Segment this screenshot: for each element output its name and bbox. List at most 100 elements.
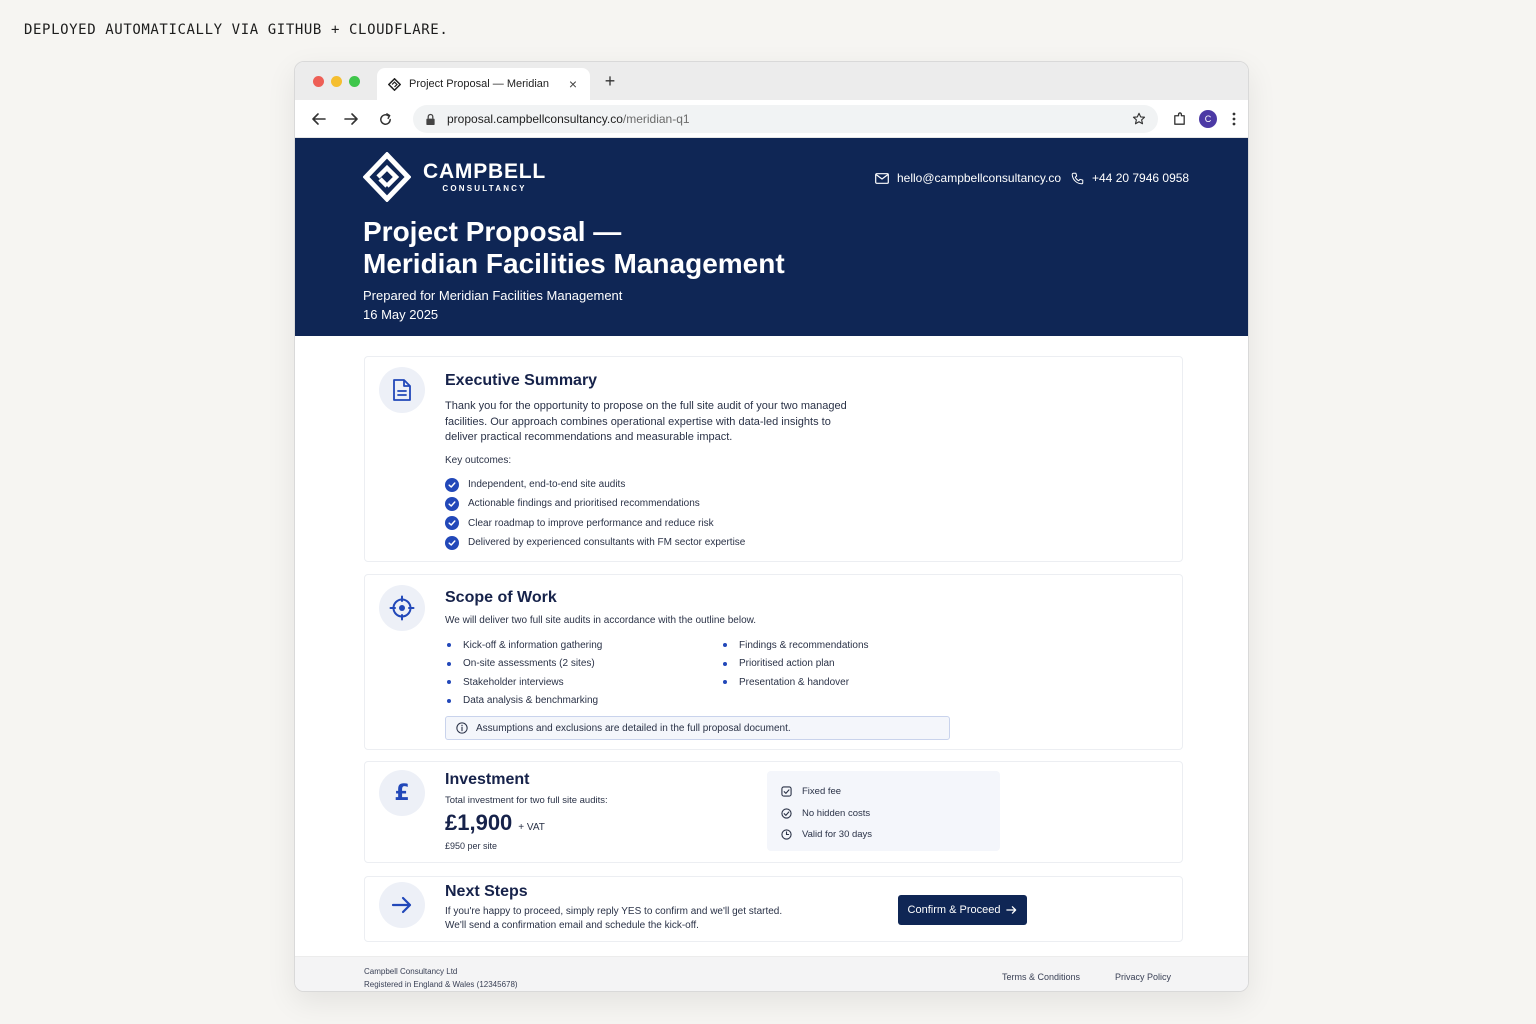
new-tab-icon[interactable]: +	[601, 71, 619, 92]
key-outcomes-label: Key outcomes:	[445, 455, 512, 466]
outcome-text: Actionable findings and prioritised reco…	[468, 498, 700, 510]
feature-text: No hidden costs	[802, 807, 871, 819]
address-bar[interactable]: proposal.campbellconsultancy.co/meridian…	[413, 105, 1158, 133]
next-steps-line: We'll send a confirmation email and sche…	[445, 920, 699, 931]
company-name: Campbell Consultancy Ltd	[364, 967, 458, 976]
target-icon	[379, 585, 425, 631]
window-zoom-button[interactable]	[349, 76, 360, 87]
prepared-for: Prepared for Meridian Facilities Managem…	[363, 288, 623, 303]
profile-avatar[interactable]: C	[1199, 110, 1217, 128]
summary-line: facilities. Our approach combines operat…	[445, 415, 831, 428]
privacy-link[interactable]: Privacy Policy	[1115, 972, 1171, 982]
contact-phone[interactable]: +44 20 7946 0958	[1071, 171, 1189, 185]
list-item: Presentation & handover	[721, 673, 869, 692]
feature-text: Valid for 30 days	[802, 829, 873, 841]
next-steps-title: Next Steps	[445, 883, 528, 900]
confirm-proceed-button[interactable]: Confirm & Proceed	[898, 895, 1027, 925]
next-steps-line: If you're happy to proceed, simply reply…	[445, 906, 783, 917]
arrow-right-icon	[379, 882, 425, 928]
window-close-button[interactable]	[313, 76, 324, 87]
investment-subtitle: Total investment for two full site audit…	[445, 795, 608, 806]
list-item: Findings & recommendations	[721, 636, 869, 655]
summary-line: deliver practical recommendations and me…	[445, 431, 733, 443]
investment-features: Fixed fee No hidden costs Valid for 30 d…	[767, 771, 1000, 851]
forward-icon[interactable]	[341, 109, 361, 129]
executive-summary-title: Executive Summary	[445, 372, 598, 389]
price: £1,900 + VAT	[445, 810, 545, 836]
tab-close-icon[interactable]: ×	[566, 76, 580, 92]
key-outcomes-list: Independent, end-to-end site audits Acti…	[445, 475, 745, 552]
terms-link[interactable]: Terms & Conditions	[1002, 972, 1080, 982]
list-item: On-site assessments (2 sites)	[445, 655, 602, 674]
outcome-text: Delivered by experienced consultants wit…	[468, 537, 746, 549]
scope-title: Scope of Work	[445, 589, 557, 606]
more-icon[interactable]	[1224, 109, 1244, 129]
feature-text: Fixed fee	[802, 786, 842, 798]
list-item: Actionable findings and prioritised reco…	[445, 494, 745, 513]
list-item: Kick-off & information gathering	[445, 636, 602, 655]
check-icon	[445, 535, 459, 550]
investment-card: £ Investment Total investment for two fu…	[364, 761, 1183, 863]
company-info: Campbell Consultancy Ltd Registered in E…	[364, 965, 518, 991]
extension-icon[interactable]	[1169, 109, 1189, 129]
tab-title: Project Proposal — Meridian	[409, 78, 550, 90]
outcome-text: Clear roadmap to improve performance and…	[468, 517, 714, 529]
page-title-line-2: Meridian Facilities Management	[363, 248, 785, 279]
scope-intro: We will deliver two full site audits in …	[445, 615, 757, 626]
contact-phone-text: +44 20 7946 0958	[1092, 171, 1190, 185]
feature-no-hidden-costs: No hidden costs	[781, 803, 1000, 825]
info-icon	[456, 722, 468, 734]
summary-line: Thank you for the opportunity to propose…	[445, 400, 847, 412]
executive-summary-card: Executive Summary Thank you for the oppo…	[364, 356, 1183, 562]
confirm-proceed-label: Confirm & Proceed	[907, 904, 1001, 916]
list-item: Clear roadmap to improve performance and…	[445, 514, 745, 533]
outcome-text: Independent, end-to-end site audits	[468, 479, 626, 491]
contact-email[interactable]: hello@campbellconsultancy.co	[875, 171, 1061, 185]
tab-strip: Project Proposal — Meridian × +	[295, 62, 1248, 100]
phone-icon	[1071, 172, 1084, 184]
url-host: proposal.campbellconsultancy.co	[447, 112, 623, 126]
reload-icon[interactable]	[375, 109, 395, 129]
browser-tab[interactable]: Project Proposal — Meridian ×	[377, 68, 590, 100]
clock-icon	[781, 829, 792, 840]
arrow-right-icon	[1006, 906, 1017, 914]
window-minimize-button[interactable]	[331, 76, 342, 87]
list-item: Data analysis & benchmarking	[445, 692, 602, 711]
assumptions-note: Assumptions and exclusions are detailed …	[445, 716, 950, 740]
list-item: Delivered by experienced consultants wit…	[445, 533, 745, 552]
company-registration: Registered in England & Wales (12345678)	[364, 980, 518, 989]
back-icon[interactable]	[309, 109, 329, 129]
brand-subtitle: CONSULTANCY	[442, 184, 527, 193]
assumptions-note-text: Assumptions and exclusions are detailed …	[476, 722, 791, 734]
contact-email-text: hello@campbellconsultancy.co	[897, 171, 1062, 185]
scope-list-right: Findings & recommendations Prioritised a…	[721, 636, 869, 692]
page-footer: Campbell Consultancy Ltd Registered in E…	[295, 956, 1248, 991]
campbell-logo-icon	[363, 152, 411, 202]
investment-title: Investment	[445, 771, 530, 788]
page-caption: DEPLOYED AUTOMATICALLY VIA GITHUB + CLOU…	[24, 22, 449, 38]
page-title: Project Proposal — Meridian Facilities M…	[363, 216, 785, 280]
document-icon	[379, 367, 425, 413]
next-steps-card: Next Steps If you're happy to proceed, s…	[364, 876, 1183, 942]
proposal-header: CAMPBELL CONSULTANCY hello@campbellconsu…	[295, 138, 1248, 336]
browser-window: Project Proposal — Meridian × + proposal…	[294, 61, 1249, 992]
browser-toolbar: proposal.campbellconsultancy.co/meridian…	[295, 100, 1248, 138]
feature-fixed-fee: Fixed fee	[781, 781, 1000, 803]
check-icon	[445, 516, 459, 531]
next-steps-text: If you're happy to proceed, simply reply…	[445, 905, 782, 933]
pound-icon: £	[379, 770, 425, 816]
check-circle-icon	[781, 808, 792, 819]
price-vat: + VAT	[518, 822, 545, 833]
url-path: /meridian-q1	[622, 112, 690, 126]
list-item: Independent, end-to-end site audits	[445, 475, 745, 494]
mail-icon	[875, 172, 889, 184]
scope-of-work-card: Scope of Work We will deliver two full s…	[364, 574, 1183, 750]
lock-icon	[425, 112, 439, 126]
campbell-logo: CAMPBELL CONSULTANCY	[363, 152, 546, 202]
page-title-line-1: Project Proposal —	[363, 216, 622, 247]
proposal-content: Executive Summary Thank you for the oppo…	[295, 336, 1248, 991]
campbell-favicon-icon	[387, 77, 401, 91]
list-item: Prioritised action plan	[721, 655, 869, 674]
star-icon[interactable]	[1132, 112, 1146, 126]
check-icon	[445, 496, 459, 511]
